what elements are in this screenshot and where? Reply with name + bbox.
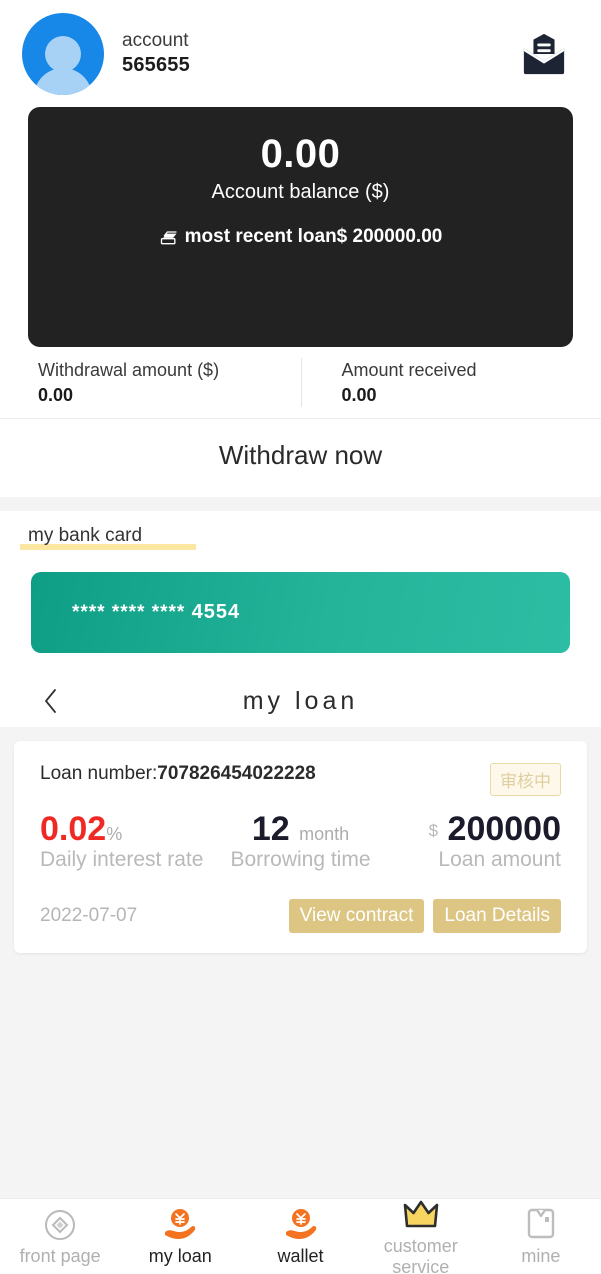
term-value-row: 12 month	[214, 812, 388, 846]
rate-value: 0.02	[40, 810, 107, 848]
hand-yuan-coin-icon	[120, 1206, 240, 1244]
rate-caption: Daily interest rate	[40, 848, 204, 871]
bank-card-number: **** **** **** 4554	[72, 601, 240, 624]
tab-label-wallet: wallet	[277, 1246, 324, 1266]
loan-card-top: Loan number:707826454022228 审核中	[40, 763, 561, 796]
loan-amount-stat: $ 200000 Loan amount	[387, 812, 561, 873]
loan-card[interactable]: Loan number:707826454022228 审核中 0.02% Da…	[14, 741, 587, 953]
status-badge: 审核中	[490, 763, 561, 796]
rate-value-row: 0.02%	[40, 812, 214, 846]
avatar-body-shape	[34, 67, 92, 95]
recent-loan-row: most recent loan$ 200000.00	[28, 226, 573, 248]
bank-card-last4: 4554	[191, 601, 241, 623]
withdrawal-amount-cell: Withdrawal amount ($) 0.00	[0, 358, 301, 407]
balance-section: 0.00 Account balance ($) most recent loa…	[0, 107, 601, 347]
my-loan-title: my loan	[242, 686, 359, 715]
withdraw-summary-row: Withdrawal amount ($) 0.00 Amount receiv…	[0, 347, 601, 419]
money-stack-icon	[160, 231, 177, 245]
tab-label-mine: mine	[521, 1246, 561, 1266]
mail-open-icon[interactable]	[521, 31, 567, 77]
loan-details-button[interactable]: Loan Details	[433, 898, 561, 933]
tab-my-loan[interactable]: my loan	[120, 1206, 240, 1267]
tab-label-my-loan: my loan	[148, 1246, 212, 1266]
page-header: account 565655	[0, 0, 601, 107]
loan-card-footer: 2022-07-07 View contract Loan Details	[40, 898, 561, 933]
bank-card-section-label: my bank card	[19, 525, 197, 550]
tab-wallet[interactable]: wallet	[240, 1206, 360, 1267]
amount-prefix: $	[428, 821, 439, 840]
account-number: 565655	[122, 53, 190, 76]
section-divider	[0, 497, 601, 511]
balance-card: 0.00 Account balance ($) most recent loa…	[28, 107, 573, 347]
recent-loan-text: most recent loan$ 200000.00	[184, 226, 443, 247]
crown-icon	[361, 1196, 481, 1234]
home-diamond-icon	[0, 1206, 120, 1244]
account-info: account 565655	[122, 29, 190, 79]
view-contract-button[interactable]: View contract	[288, 898, 425, 933]
term-caption: Borrowing time	[230, 848, 371, 871]
loan-number-label: Loan number:	[40, 763, 158, 784]
withdrawal-amount-value: 0.00	[38, 384, 74, 405]
bank-card-masked: **** **** ****	[72, 602, 186, 623]
tab-customer-service[interactable]: customer service	[361, 1196, 481, 1274]
amount-received-label: Amount received	[341, 360, 477, 381]
bank-card-item[interactable]: **** **** **** 4554	[31, 572, 570, 653]
withdraw-now-button[interactable]: Withdraw now	[0, 419, 601, 497]
avatar-head-shape	[45, 35, 81, 72]
tab-label-front-page: front page	[19, 1246, 101, 1266]
amount-caption: Loan amount	[438, 848, 562, 871]
tab-label-customer-service: customer service	[383, 1235, 458, 1274]
bookmark-icon	[481, 1206, 601, 1244]
daily-interest-rate-stat: 0.02% Daily interest rate	[40, 812, 214, 873]
loan-number-value: 707826454022228	[157, 763, 316, 784]
amount-value: 200000	[447, 810, 562, 848]
amount-received-cell: Amount received 0.00	[300, 358, 601, 407]
loan-number: Loan number:707826454022228	[40, 763, 316, 785]
user-avatar-icon[interactable]	[22, 12, 104, 95]
bank-card-label-wrap: my bank card	[0, 525, 601, 550]
tab-mine[interactable]: mine	[481, 1206, 601, 1267]
tab-front-page[interactable]: front page	[0, 1206, 120, 1267]
amount-received-value: 0.00	[341, 384, 377, 405]
bank-card-section: my bank card **** **** **** 4554	[0, 511, 601, 675]
withdrawal-amount-label: Withdrawal amount ($)	[38, 360, 220, 381]
loan-date: 2022-07-07	[40, 904, 138, 926]
borrowing-time-stat: 12 month Borrowing time	[214, 812, 388, 873]
app-screen: account 565655 0.00 Account balance ($) …	[0, 0, 601, 1274]
balance-label: Account balance ($)	[211, 181, 390, 203]
bottom-tab-bar: front page my loan wallet customer servi…	[0, 1198, 601, 1274]
account-label: account	[122, 29, 189, 51]
section-divider-2	[0, 727, 601, 741]
loan-stats-row: 0.02% Daily interest rate 12 month Borro…	[40, 812, 561, 873]
amount-value-row: $ 200000	[387, 812, 561, 846]
term-unit: month	[299, 824, 350, 844]
hand-yuan-coin-icon	[240, 1206, 360, 1244]
my-loan-header-bar: my loan	[0, 675, 601, 727]
term-value: 12	[251, 810, 290, 848]
balance-amount: 0.00	[260, 132, 341, 176]
rate-unit: %	[106, 824, 123, 844]
